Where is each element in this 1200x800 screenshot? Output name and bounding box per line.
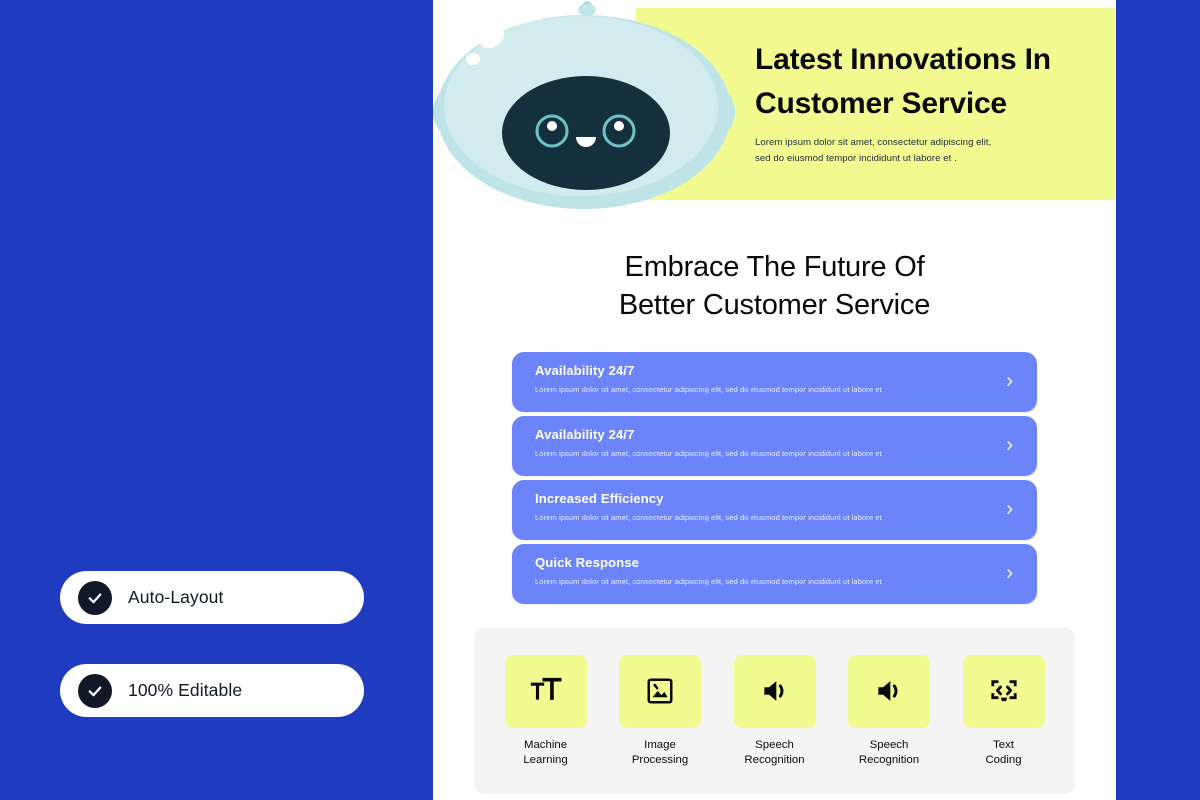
hero-subtitle-line-2: sed do eiusmod tempor incididunt ut labo…	[755, 153, 957, 165]
feature-card-description: Lorem ipsum dolor sit amet, consectetur …	[535, 576, 882, 586]
feature-card[interactable]: Availability 24/7 Lorem ipsum dolor sit …	[512, 351, 1037, 412]
speaker-icon	[878, 681, 898, 701]
badge-label: Auto-Layout	[128, 587, 224, 607]
feature-card-description: Lorem ipsum dolor sit amet, consectetur …	[535, 384, 882, 394]
chevron-right-icon[interactable]	[1002, 375, 1016, 389]
feature-card-title: Availability 24/7	[535, 426, 635, 442]
tech-tile	[733, 654, 816, 728]
tech-label-line-2: Recognition	[858, 753, 920, 766]
badge-editable[interactable]: 100% Editable	[60, 664, 364, 717]
speaker-icon	[763, 681, 783, 701]
robot-mascot-icon	[433, 1, 735, 209]
badge-auto-layout[interactable]: Auto-Layout	[60, 571, 364, 624]
check-circle-icon	[78, 580, 112, 615]
text-size-icon	[530, 677, 561, 700]
feature-card-title: Increased Efficiency	[535, 490, 664, 506]
badge-label: 100% Editable	[128, 680, 243, 700]
tech-label: Image Processing	[632, 738, 688, 769]
tech-item-machine-learning[interactable]: Machine Learning	[500, 654, 591, 769]
section-heading: Embrace The Future Of Better Customer Se…	[433, 248, 1116, 325]
check-circle-icon	[78, 673, 112, 708]
section-heading-line-1: Embrace The Future Of	[624, 251, 925, 283]
feature-card[interactable]: Availability 24/7 Lorem ipsum dolor sit …	[512, 415, 1037, 476]
tech-label: Text Coding	[985, 738, 1021, 769]
hero-subtitle-line-1: Lorem ipsum dolor sit amet, consectetur …	[755, 137, 992, 149]
feature-card-title: Quick Response	[535, 554, 640, 570]
tech-label-line-1: Speech	[869, 738, 909, 751]
tech-label: Machine Learning	[523, 738, 567, 769]
feature-card-list: Availability 24/7 Lorem ipsum dolor sit …	[433, 351, 1116, 604]
tech-item-speech-recognition-2[interactable]: Speech Recognition	[844, 654, 935, 769]
hero-title-line-2: Customer Service	[755, 87, 1007, 121]
hero-title: Latest Innovations In Customer Service	[755, 38, 1095, 126]
feature-card-description: Lorem ipsum dolor sit amet, consectetur …	[535, 448, 882, 458]
tech-label-line-2: Learning	[523, 753, 568, 766]
hero-title-line-1: Latest Innovations In	[755, 43, 1051, 76]
tech-label-line-1: Text	[993, 738, 1014, 751]
tech-label-line-1: Image	[644, 738, 676, 751]
tech-item-text-coding[interactable]: Text Coding	[958, 654, 1049, 769]
section-heading-line-2: Better Customer Service	[618, 289, 931, 322]
hero-section: Latest Innovations In Customer Service L…	[433, 0, 1116, 210]
tech-tile	[848, 654, 930, 728]
image-icon	[647, 678, 673, 704]
tech-item-speech-recognition-1[interactable]: Speech Recognition	[729, 654, 820, 769]
tech-label-line-2: Processing	[631, 753, 689, 766]
code-monitor-icon	[990, 680, 1017, 702]
tech-tile	[504, 654, 587, 728]
promo-strip: Auto-Layout 100% Editable	[0, 0, 433, 800]
chevron-right-icon[interactable]	[1002, 567, 1016, 581]
tech-tile	[619, 654, 701, 728]
feature-card-title: Availability 24/7	[535, 362, 635, 378]
feature-card-description: Lorem ipsum dolor sit amet, consectetur …	[535, 512, 882, 522]
tech-label-line-1: Speech	[755, 738, 794, 751]
tech-item-image-processing[interactable]: Image Processing	[615, 654, 706, 769]
tech-tile	[962, 654, 1045, 728]
hero-subtitle: Lorem ipsum dolor sit amet, consectetur …	[755, 135, 1095, 167]
hero-text-block: Latest Innovations In Customer Service L…	[755, 38, 1095, 167]
slide-panel: Latest Innovations In Customer Service L…	[433, 0, 1116, 800]
tech-label: Speech Recognition	[859, 738, 919, 769]
feature-card[interactable]: Increased Efficiency Lorem ipsum dolor s…	[512, 479, 1037, 540]
technology-panel: Machine Learning Image Processing Speech…	[474, 627, 1075, 795]
chevron-right-icon[interactable]	[1002, 439, 1016, 453]
tech-label-line-1: Machine	[523, 738, 568, 751]
tech-label: Speech Recognition	[744, 738, 804, 769]
chevron-right-icon[interactable]	[1002, 503, 1016, 517]
tech-label-line-2: Recognition	[744, 753, 805, 766]
feature-card[interactable]: Quick Response Lorem ipsum dolor sit ame…	[512, 543, 1037, 604]
tech-label-line-2: Coding	[985, 753, 1022, 766]
